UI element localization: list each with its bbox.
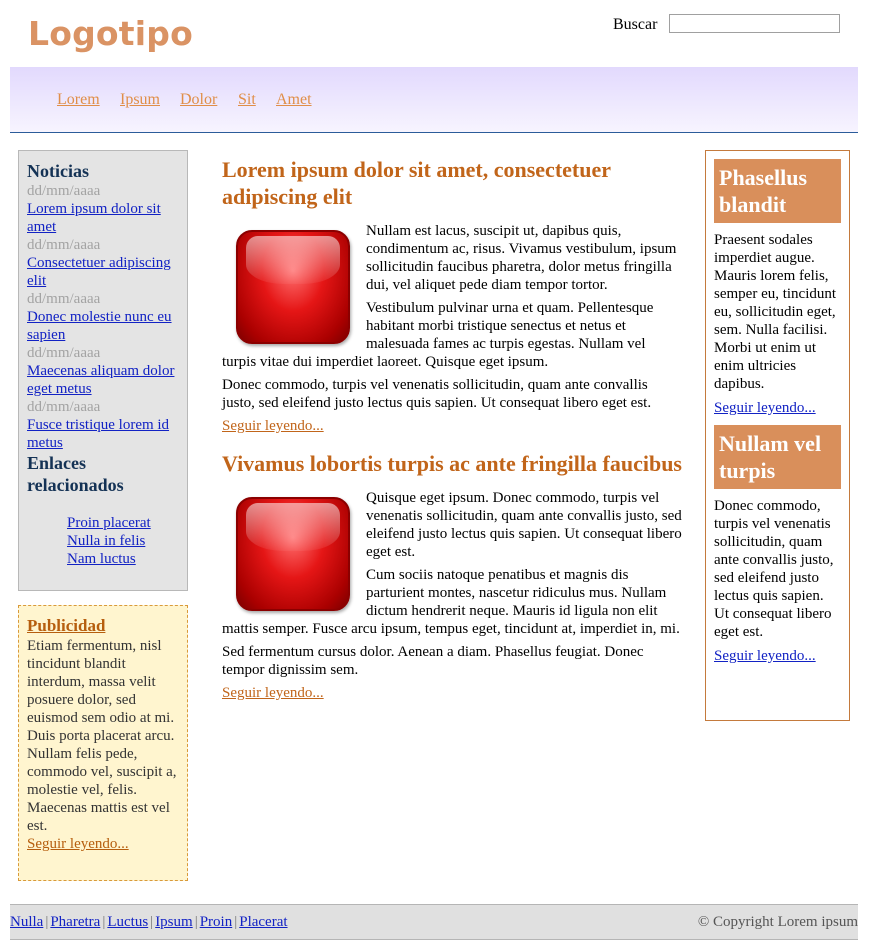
footer-link-proin[interactable]: Proin [200, 914, 233, 930]
news-link[interactable]: Maecenas aliquam dolor eget metus [27, 362, 179, 398]
ad-read-more-link[interactable]: Seguir leyendo... [27, 836, 129, 852]
nav-link-dolor[interactable]: Dolor [180, 91, 217, 109]
red-button-image [236, 230, 350, 344]
right-box-title: Nullam vel turpis [714, 425, 841, 489]
news-link[interactable]: Lorem ipsum dolor sit amet [27, 200, 179, 236]
nav-link-sit[interactable]: Sit [238, 91, 256, 109]
footer-link-ipsum[interactable]: Ipsum [155, 914, 193, 930]
footer-link-nulla[interactable]: Nulla [10, 914, 43, 930]
footer-separator: | [45, 914, 49, 930]
related-links-list: Proin placerat Nulla in felis Nam luctus [27, 514, 179, 568]
ad-text: Etiam fermentum, nisl tincidunt blandit … [27, 638, 175, 726]
news-link[interactable]: Donec molestie nunc eu sapien [27, 308, 179, 344]
news-link[interactable]: Consectetuer adipiscing elit [27, 254, 179, 290]
news-heading: Noticias [27, 161, 89, 181]
advertising-box: Publicidad Etiam fermentum, nisl tincidu… [18, 605, 188, 881]
main-content: Lorem ipsum dolor sit amet, consectetuer… [222, 156, 682, 717]
article-paragraph: Sed fermentum cursus dolor. Aenean a dia… [222, 644, 644, 678]
article-title: Vivamus lobortis turpis ac ante fringill… [222, 451, 682, 476]
ad-title[interactable]: Publicidad [27, 616, 179, 636]
footer-links: Nulla | Pharetra | Luctus | Ipsum | Proin | Placer… [10, 905, 288, 939]
copyright-text: © Copyright Lorem ipsum [697, 914, 858, 930]
footer-link-luctus[interactable]: Luctus [107, 914, 148, 930]
nav-link-ipsum[interactable]: Ipsum [120, 91, 160, 109]
related-link-nulla[interactable]: Nulla in felis [67, 532, 179, 550]
right-box-text: Praesent sodales imperdiet augue. Mauris… [714, 232, 837, 392]
red-button-image [236, 497, 350, 611]
news-link[interactable]: Fusce tristique lorem id metus [27, 416, 179, 452]
article-read-more-link[interactable]: Seguir leyendo... [222, 417, 682, 435]
news-list: dd/mm/aaaa Lorem ipsum dolor sit amet dd… [27, 182, 179, 452]
main-navigation: Lorem Ipsum Dolor Sit Amet [10, 67, 858, 133]
right-read-more-link[interactable]: Seguir leyendo... [714, 647, 841, 665]
article: Lorem ipsum dolor sit amet, consectetuer… [222, 156, 682, 435]
news-date: dd/mm/aaaa [27, 237, 101, 253]
right-sidebar: Phasellus blandit Praesent sodales imper… [705, 150, 850, 721]
news-date: dd/mm/aaaa [27, 183, 101, 199]
article-read-more-link[interactable]: Seguir leyendo... [222, 684, 682, 702]
news-date: dd/mm/aaaa [27, 345, 101, 361]
article-paragraph: Donec commodo, turpis vel venenatis soll… [222, 377, 652, 411]
footer-link-placerat[interactable]: Placerat [239, 914, 287, 930]
right-box-title: Phasellus blandit [714, 159, 841, 223]
footer-separator: | [150, 914, 154, 930]
article: Vivamus lobortis turpis ac ante fringill… [222, 450, 682, 702]
footer-separator: | [102, 914, 106, 930]
related-link-proin[interactable]: Proin placerat [67, 514, 179, 532]
related-link-nam[interactable]: Nam luctus [67, 550, 179, 568]
footer-separator: | [234, 914, 238, 930]
right-read-more-link[interactable]: Seguir leyendo... [714, 399, 841, 417]
right-box-text: Donec commodo, turpis vel venenatis soll… [714, 498, 834, 640]
left-sidebar: Noticias dd/mm/aaaa Lorem ipsum dolor si… [18, 150, 188, 591]
footer: Nulla | Pharetra | Luctus | Ipsum | Proin | Placer… [10, 904, 858, 940]
footer-link-pharetra[interactable]: Pharetra [50, 914, 100, 930]
related-links-heading: Enlaces relacionados [27, 453, 124, 495]
site-logo[interactable]: Logotipo [28, 14, 193, 53]
news-date: dd/mm/aaaa [27, 291, 101, 307]
nav-link-lorem[interactable]: Lorem [57, 91, 100, 109]
search-input[interactable] [669, 14, 840, 33]
ad-text: Duis porta placerat arcu. Nullam felis p… [27, 728, 177, 834]
search-label: Buscar [613, 16, 658, 33]
footer-separator: | [194, 914, 198, 930]
article-title: Lorem ipsum dolor sit amet, consectetuer… [222, 157, 611, 209]
news-date: dd/mm/aaaa [27, 399, 101, 415]
nav-link-amet[interactable]: Amet [276, 91, 312, 109]
